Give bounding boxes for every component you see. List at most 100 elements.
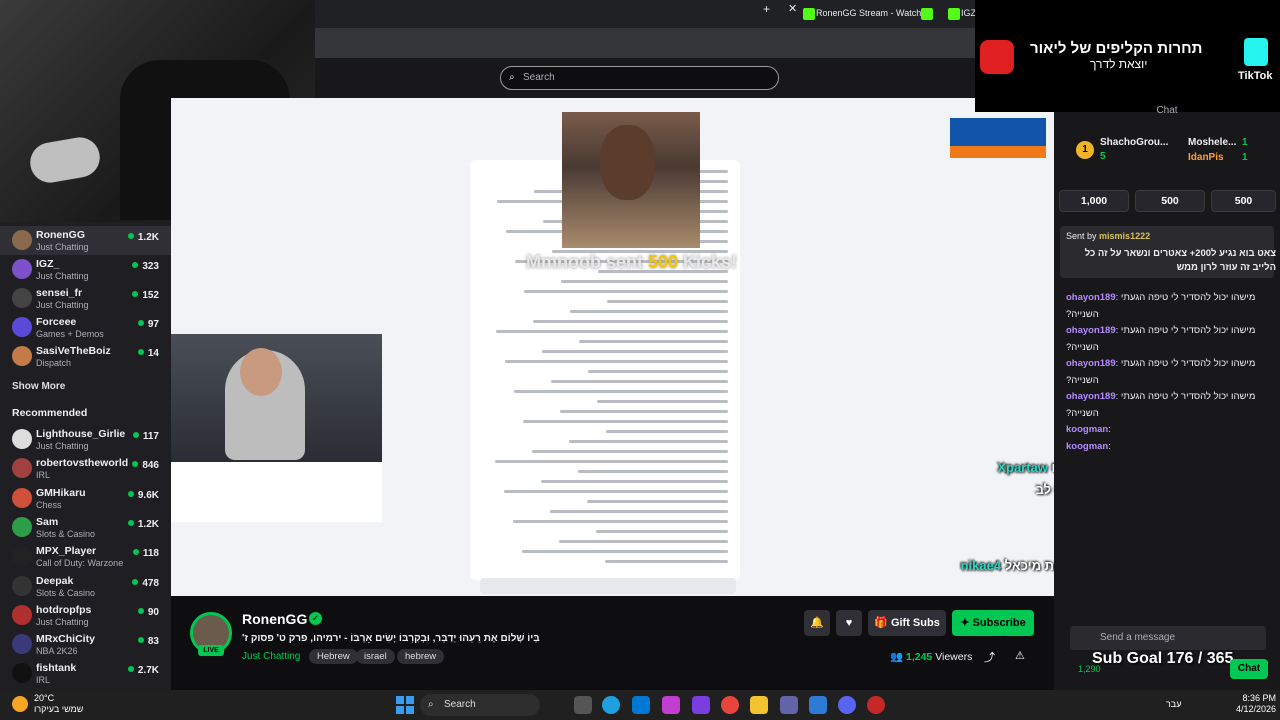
chat-message[interactable]: koogman: [1066,441,1276,452]
channel-avatar [12,346,32,366]
channel-name[interactable]: RonenGG [242,611,307,627]
chat-username[interactable]: ohayon189 [1066,391,1116,402]
document-text-line [560,410,728,413]
emote-bar[interactable] [1070,603,1268,619]
stream-category[interactable]: Just Chatting [242,651,300,662]
chat-message[interactable]: ?השנייה [1066,342,1276,353]
kicks-pill[interactable]: 500 [1135,190,1205,212]
task-view-icon[interactable] [574,696,592,714]
sidebar-channel-category: Just Chatting [36,242,89,252]
chrome-icon[interactable] [721,696,739,714]
taskbar-clock[interactable]: 8:36 PM 4/12/2026 [1236,693,1276,715]
sidebar-channel[interactable]: MRxChiCity NBA 2K26 83 [0,630,171,659]
clock-time: 8:36 PM [1242,693,1277,703]
close-tab-icon[interactable]: ✕ [788,2,797,22]
chat-username[interactable]: ohayon189 [1066,325,1116,336]
leader-value: 5 [1100,151,1106,162]
notification-bell-icon[interactable]: 🔔 [804,610,830,636]
obs-icon[interactable] [867,696,885,714]
pinned-text: הלייב זה עוזר לרון ממש [1176,262,1276,273]
tag-hebrew-lower[interactable]: hebrew [397,649,445,664]
sidebar-channel[interactable]: Forceee Games + Demos 97 [0,313,171,342]
vpn-icon[interactable] [809,696,827,714]
chat-message[interactable]: ohayon189: מישהו יכול להסדיר לי טיפה הגע… [1066,391,1276,402]
sidebar-channel[interactable]: robertovstheworld IRL 846 [0,454,171,483]
kicks-pill[interactable]: 500 [1211,190,1276,212]
sidebar-channel[interactable]: sensei_fr Just Chatting 152 [0,284,171,313]
chat-message[interactable]: ?השנייה [1066,375,1276,386]
sidebar-channel[interactable]: Lighthouse_Girlie Just Chatting 117 [0,425,171,454]
banner-title: תחרות הקליפים של ליאור [1030,40,1203,57]
follow-heart-icon[interactable]: ♥ [836,610,862,636]
kicks-pill[interactable]: 1,000 [1059,190,1129,212]
chat-username[interactable]: koogman [1066,441,1108,452]
sidebar-channel-name: Sam [36,515,59,528]
chat-message[interactable]: ohayon189: מישהו יכול להסדיר לי טיפה הגע… [1066,358,1276,369]
meme-face [600,125,655,200]
chat-message[interactable]: ?השנייה [1066,309,1276,320]
pinned-by: Sent by mismis1222 [1066,231,1276,241]
kick-favicon-icon [803,8,815,20]
store-icon[interactable] [632,696,650,714]
weather-widget[interactable]: 20°C שמשי בעיקרו [34,693,83,715]
chat-username[interactable]: ohayon189 [1066,358,1116,369]
kicks-alert-amount: 500 [648,252,679,272]
show-more-link[interactable]: Show More [12,381,65,392]
browser-tab-title[interactable]: RonenGG Stream - Watch L [816,8,929,28]
chat-message[interactable]: ohayon189: מישהו יכול להסדיר לי טיפה הגע… [1066,292,1276,303]
copilot-icon[interactable] [662,696,680,714]
document-text-line [607,300,728,303]
leader-name[interactable]: IdanPis [1188,152,1224,163]
leader-name[interactable]: Moshele... [1188,137,1236,148]
discord-icon[interactable] [838,696,856,714]
sidebar-viewer-count: 2.7K [128,665,159,676]
chat-message[interactable]: ohayon189: מישהו יכול להסדיר לי טיפה הגע… [1066,325,1276,336]
chat-username[interactable]: ohayon189 [1066,292,1116,303]
teams-icon[interactable] [780,696,798,714]
leader-name[interactable]: ShachoGrou... [1100,137,1168,148]
file-explorer-icon[interactable] [750,696,768,714]
viewers-icon: 👥 [890,651,906,663]
channel-points[interactable]: 1,290 [1078,664,1101,674]
chat-send-button[interactable]: Chat [1230,659,1268,679]
gift-subs-button[interactable]: 🎁 Gift Subs [868,610,946,636]
sidebar-channel[interactable]: SasiVeTheBoiz Dispatch 14 [0,342,171,371]
document-text-line [495,460,728,463]
app-icon[interactable] [692,696,710,714]
sidebar-channel[interactable]: IGZ_ Just Chatting 323 [0,255,171,284]
taskbar-search[interactable]: ⌕ Search [420,694,540,716]
channel-avatar [12,317,32,337]
sidebar-channel[interactable]: GMHikaru Chess 9.6K [0,484,171,513]
chat-message[interactable]: ?השנייה [1066,408,1276,419]
share-icon[interactable]: ⤴ [984,649,995,665]
edge-icon[interactable] [602,696,620,714]
input-language[interactable]: עבר [1166,699,1181,709]
new-tab-icon[interactable]: + [763,2,770,22]
sidebar-channel[interactable]: fishtank IRL 2.7K [0,659,171,688]
channel-avatar [12,634,32,655]
tag-israel[interactable]: israel [356,649,395,664]
browser-tab2-title[interactable]: IGZ [961,8,976,28]
chat-message[interactable]: koogman: [1066,424,1276,435]
sidebar-channel-name: hotdropfps [36,603,92,616]
search-input[interactable]: ⌕ Search [500,66,779,90]
chat-username[interactable]: koogman [1066,424,1108,435]
chat-input[interactable]: Send a message [1070,626,1266,650]
sidebar-viewer-count: 1.2K [128,232,159,243]
sidebar-channel[interactable]: MPX_Player Call of Duty: Warzone 118 [0,542,171,571]
windows-start-icon[interactable] [396,696,414,714]
pinned-by-user[interactable]: mismis1222 [1099,231,1150,241]
report-icon[interactable]: ⚠ [1015,649,1025,662]
sidebar-viewer-count: 118 [133,548,159,559]
browser-address-bar[interactable] [315,28,975,58]
stream-title: 'בְּיוֹ שָׁלוֹם אֶת רֵעֵהוּ יְדַבֵּר, וּ… [242,633,540,644]
sidebar-channel[interactable]: Sam Slots & Casino 1.2K [0,513,171,542]
tag-hebrew[interactable]: Hebrew [309,649,358,664]
sidebar-channel[interactable]: RonenGG Just Chatting 1.2K [0,226,171,255]
sidebar-channel[interactable]: Deepak Slots & Casino 478 [0,572,171,601]
document-text-line [606,430,728,433]
subscribe-button[interactable]: ✦ Subscribe [952,610,1034,636]
channel-avatar [12,663,32,684]
sidebar-viewer-count: 97 [138,319,159,330]
sidebar-channel[interactable]: hotdropfps Just Chatting 90 [0,601,171,630]
